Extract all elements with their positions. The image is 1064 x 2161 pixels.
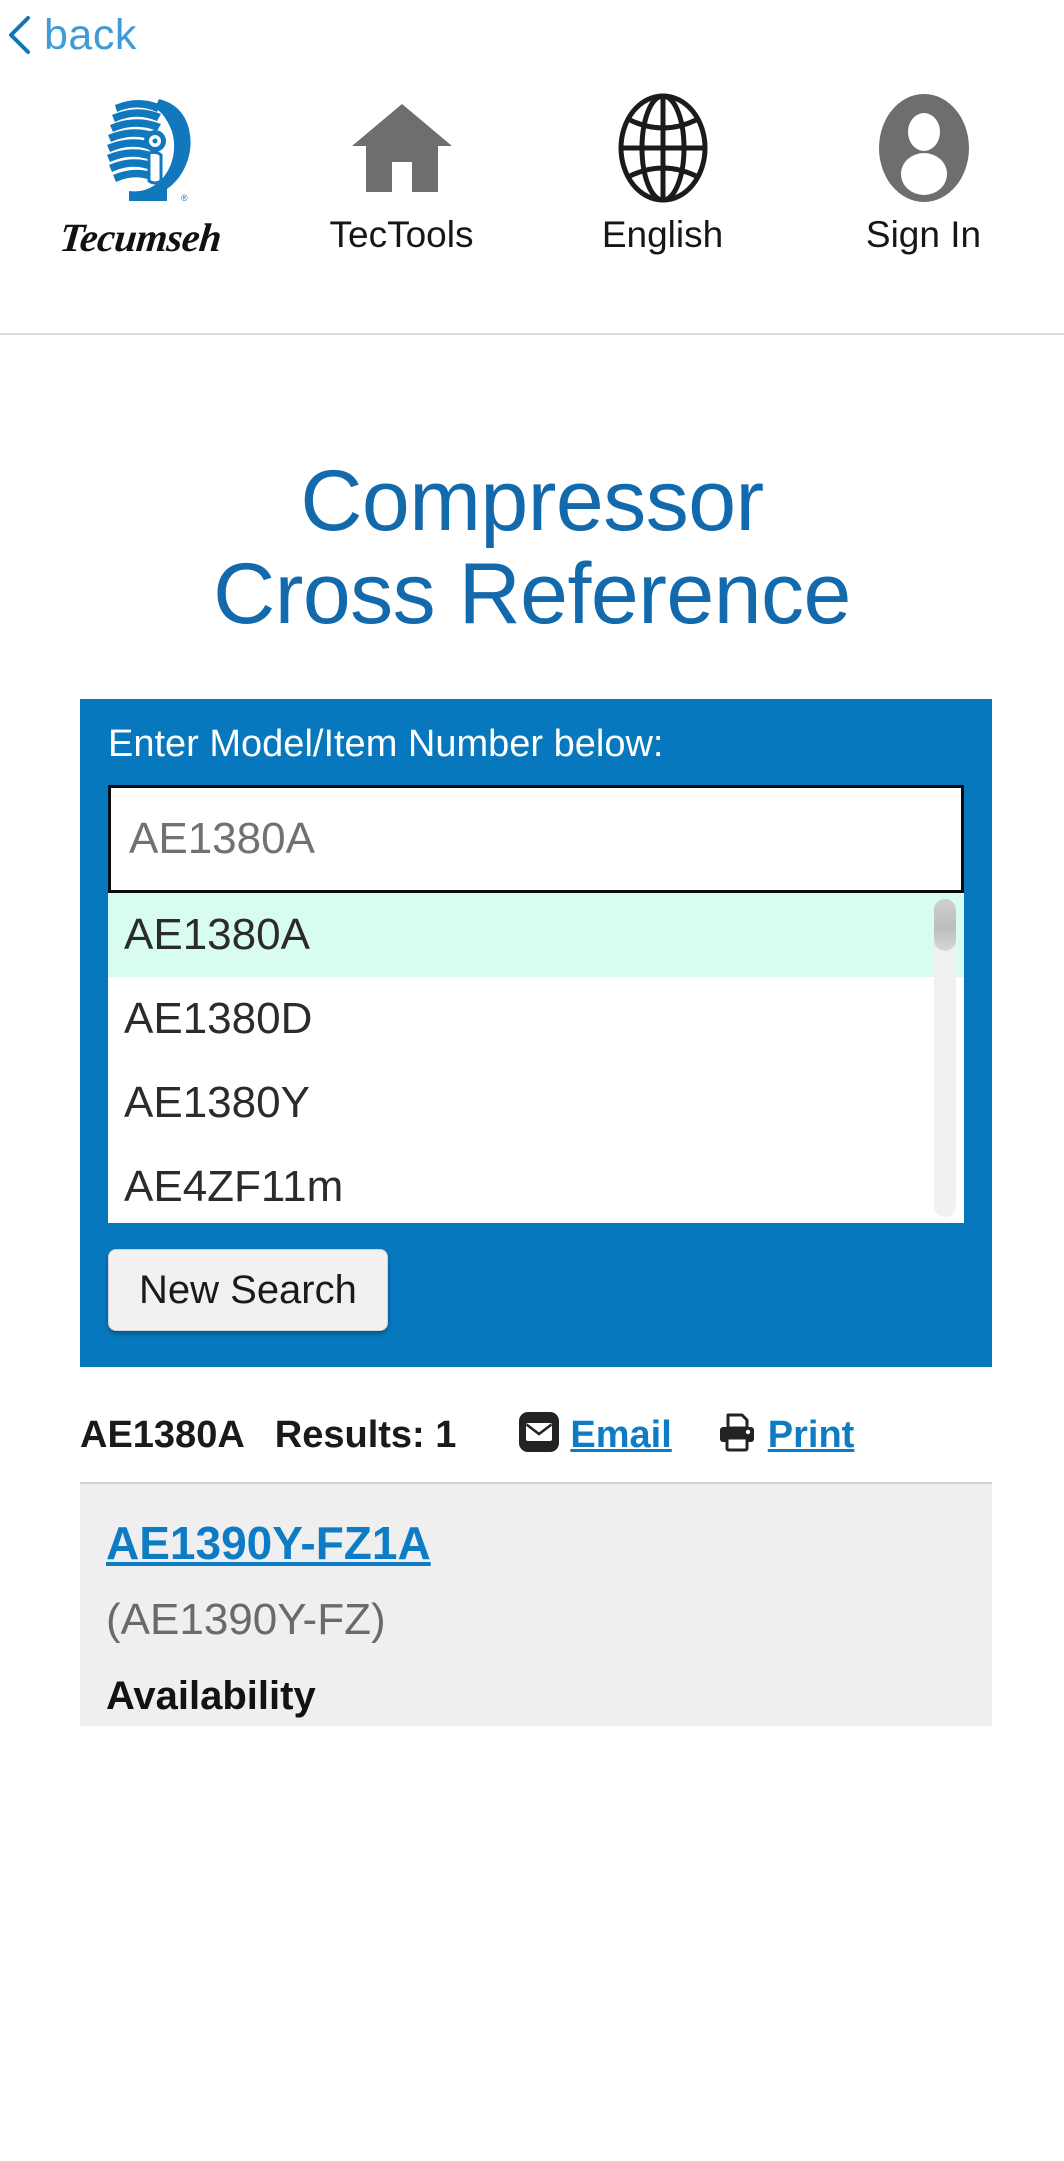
suggestion-item[interactable]: AE1380Y — [108, 1061, 964, 1145]
back-bar: back — [0, 0, 1064, 70]
nav-item-label: Sign In — [865, 214, 982, 255]
nav-item-label: Tecumseh — [57, 215, 224, 260]
new-search-button[interactable]: New Search — [108, 1248, 388, 1331]
tecumseh-logo-icon: ® — [85, 88, 197, 208]
nav-item-tectools[interactable]: TecTools — [271, 70, 532, 261]
user-account-icon — [875, 88, 973, 208]
suggestions-scrollbar[interactable] — [934, 898, 956, 1217]
page-title: Compressor Cross Reference — [0, 335, 1064, 641]
suggestion-label: AE4ZF11m — [124, 1161, 344, 1211]
search-panel: Enter Model/Item Number below: AE1380A A… — [80, 698, 992, 1367]
nav-item-label: TecTools — [329, 214, 474, 255]
suggestions-list: AE1380A AE1380D AE1380Y AE4ZF11m — [108, 892, 964, 1223]
nav-item-sign-in[interactable]: Sign In — [793, 70, 1054, 261]
suggestion-item[interactable]: AE4ZF11m — [108, 1145, 964, 1223]
suggestion-label: AE1380Y — [124, 1077, 310, 1127]
nav-item-language[interactable]: English — [532, 70, 793, 261]
globe-icon — [613, 88, 713, 208]
printer-icon — [716, 1411, 758, 1460]
email-label: Email — [570, 1414, 672, 1457]
suggestions-dropdown: AE1380A AE1380D AE1380Y AE4ZF11m — [108, 892, 964, 1223]
suggestion-item[interactable]: AE1380D — [108, 977, 964, 1061]
suggestion-label: AE1380A — [124, 909, 310, 959]
header-nav: ® Tecumseh TecTools English Sign In — [0, 70, 1064, 261]
nav-item-tecumseh[interactable]: ® Tecumseh — [10, 70, 271, 261]
search-input-value: AE1380A — [129, 813, 315, 863]
back-label: back — [44, 10, 137, 59]
print-label: Print — [767, 1414, 855, 1457]
back-link[interactable]: back — [6, 10, 137, 59]
home-icon — [348, 88, 456, 208]
suggestion-item[interactable]: AE1380A — [108, 892, 964, 977]
chevron-left-icon — [9, 16, 30, 54]
results-search-term: AE1380A — [80, 1414, 245, 1457]
result-model-link[interactable]: AE1390Y-FZ1A — [106, 1520, 431, 1566]
email-icon — [518, 1411, 560, 1460]
result-card: AE1390Y-FZ1A (AE1390Y-FZ) Availability — [80, 1481, 992, 1726]
results-count: Results: 1 — [274, 1414, 457, 1457]
print-link[interactable]: Print — [716, 1411, 855, 1460]
email-link[interactable]: Email — [518, 1411, 672, 1460]
site-header: ® Tecumseh TecTools English Sign In — [0, 70, 1064, 335]
svg-text:®: ® — [181, 193, 188, 203]
page-title-line-2: Cross Reference — [213, 545, 851, 642]
model-search-input[interactable]: AE1380A — [108, 784, 964, 893]
suggestions-scrollbar-thumb[interactable] — [934, 898, 956, 951]
results-bar: AE1380A Results: 1 Email Print — [80, 1411, 992, 1460]
result-alt-model: (AE1390Y-FZ) — [106, 1594, 386, 1644]
page-title-line-1: Compressor — [300, 453, 764, 549]
suggestion-label: AE1380D — [124, 993, 313, 1043]
result-availability-label: Availability — [106, 1673, 316, 1718]
nav-item-label: English — [601, 214, 724, 255]
search-panel-label: Enter Model/Item Number below: — [108, 722, 664, 765]
